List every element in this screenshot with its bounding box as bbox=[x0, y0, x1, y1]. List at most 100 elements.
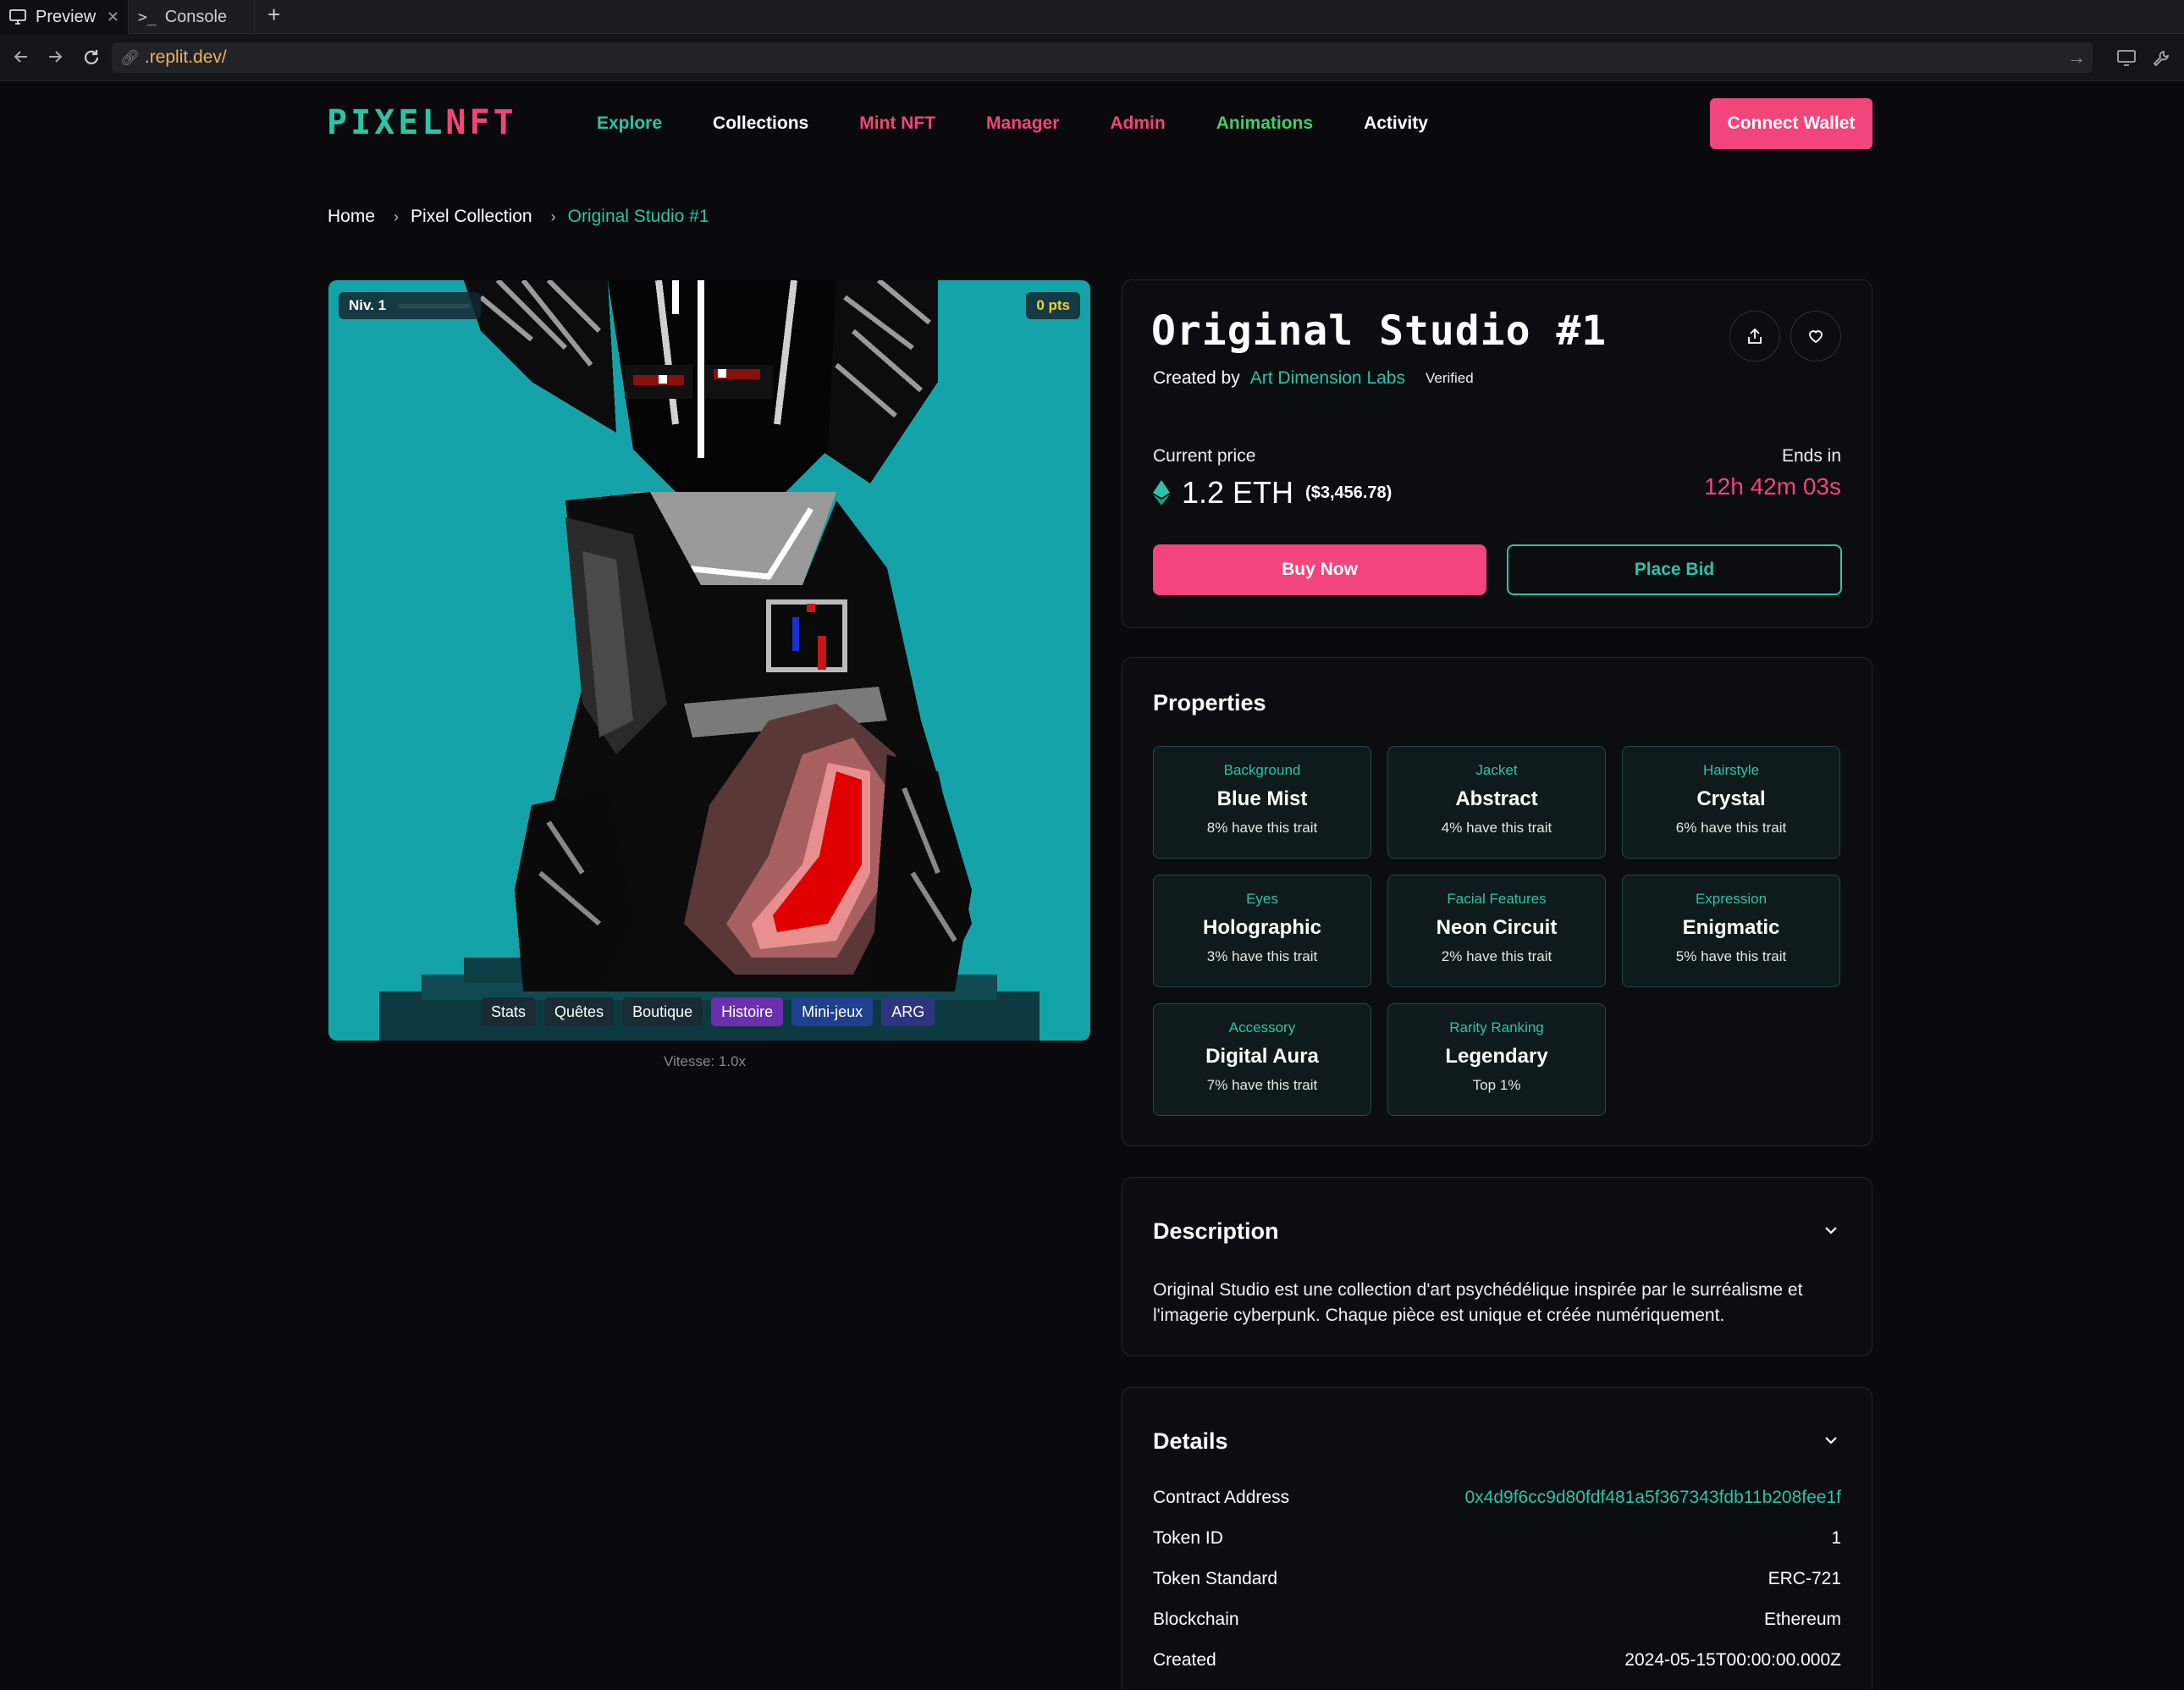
property-card[interactable]: Rarity Ranking Legendary Top 1% bbox=[1387, 1003, 1606, 1116]
property-card[interactable]: Expression Enigmatic 5% have this trait bbox=[1622, 875, 1840, 987]
details-title: Details bbox=[1153, 1428, 1228, 1454]
property-rarity: 3% have this trait bbox=[1206, 948, 1318, 964]
creator-link[interactable]: Art Dimension Labs bbox=[1250, 368, 1405, 389]
verified-badge: Verified bbox=[1425, 370, 1474, 386]
detail-label: Created bbox=[1153, 1650, 1216, 1670]
property-rarity: 6% have this trait bbox=[1675, 820, 1787, 836]
favorite-button[interactable] bbox=[1790, 311, 1841, 362]
property-value: Enigmatic bbox=[1682, 916, 1780, 939]
link-icon: 🔗︎ bbox=[120, 48, 140, 66]
detail-row: Token ID 1 bbox=[1153, 1528, 1841, 1549]
level-text: Niv. 1 bbox=[349, 297, 387, 313]
url-bar[interactable]: 🔗︎ .replit.dev/ → bbox=[112, 42, 2093, 73]
details-panel: Details Contract Address 0x4d9f6cc9d80fdf… bbox=[1122, 1387, 1872, 1690]
creator-row: Created by Art Dimension Labs Verified bbox=[1153, 368, 1474, 389]
url-text: .replit.dev/ bbox=[144, 47, 227, 67]
nav-admin[interactable]: Admin bbox=[1110, 113, 1165, 134]
nft-artwork: Niv. 1 0 pts Stats Quêtes Boutique Histo… bbox=[328, 280, 1090, 1041]
nav-manager[interactable]: Manager bbox=[986, 113, 1059, 134]
breadcrumb-collection[interactable]: Pixel Collection bbox=[411, 207, 532, 227]
created-by-label: Created by bbox=[1153, 368, 1240, 388]
detail-value[interactable]: 0x4d9f6cc9d80fdf481a5f367343fdb11b208fee… bbox=[1464, 1488, 1841, 1508]
monitor-icon bbox=[8, 8, 27, 26]
property-card[interactable]: Background Blue Mist 8% have this trait bbox=[1153, 746, 1371, 859]
price-eth: 1.2 ETH bbox=[1182, 475, 1294, 510]
chevron-right-icon: › bbox=[394, 207, 400, 225]
site-logo[interactable]: PIXELNFT bbox=[327, 103, 517, 142]
current-price-label: Current price bbox=[1153, 446, 1256, 466]
close-icon[interactable]: ✕ bbox=[107, 8, 119, 26]
reload-icon[interactable] bbox=[81, 47, 102, 68]
points-badge: 0 pts bbox=[1026, 292, 1080, 319]
nft-title: Original Studio #1 bbox=[1151, 307, 1608, 355]
share-icon bbox=[1748, 328, 1762, 344]
property-key: Hairstyle bbox=[1702, 762, 1760, 778]
property-rarity: 8% have this trait bbox=[1206, 820, 1318, 836]
place-bid-button[interactable]: Place Bid bbox=[1507, 544, 1842, 595]
nav-mint-nft[interactable]: Mint NFT bbox=[859, 113, 935, 134]
art-tab-mini-jeux[interactable]: Mini-jeux bbox=[791, 997, 874, 1026]
terminal-icon: >_ bbox=[138, 8, 157, 26]
nav-activity[interactable]: Activity bbox=[1364, 113, 1428, 134]
property-value: Crystal bbox=[1696, 787, 1766, 810]
logo-pixel: PIXEL bbox=[327, 103, 446, 142]
art-tab-boutique[interactable]: Boutique bbox=[622, 997, 703, 1026]
forward-icon[interactable] bbox=[46, 47, 64, 66]
buy-now-button[interactable]: Buy Now bbox=[1153, 544, 1486, 595]
detail-value: Ethereum bbox=[1763, 1610, 1841, 1629]
property-value: Blue Mist bbox=[1216, 787, 1308, 810]
share-button[interactable] bbox=[1729, 311, 1780, 362]
description-title: Description bbox=[1153, 1218, 1279, 1244]
pixel-art-image bbox=[379, 280, 1040, 1041]
nav-animations[interactable]: Animations bbox=[1216, 113, 1313, 134]
chevron-down-icon[interactable] bbox=[1821, 1430, 1841, 1450]
detail-label: Token Standard bbox=[1153, 1569, 1278, 1588]
property-value: Holographic bbox=[1202, 916, 1321, 939]
property-key: Jacket bbox=[1475, 762, 1518, 778]
property-card[interactable]: Jacket Abstract 4% have this trait bbox=[1387, 746, 1606, 859]
wrench-icon[interactable] bbox=[2152, 49, 2170, 68]
property-value: Legendary bbox=[1445, 1045, 1548, 1068]
browser-tab-bar: Preview ✕ >_ Console + bbox=[0, 0, 2184, 34]
detail-label: Blockchain bbox=[1153, 1610, 1239, 1629]
property-rarity: 7% have this trait bbox=[1206, 1077, 1318, 1093]
detail-row: Token Standard ERC-721 bbox=[1153, 1569, 1841, 1589]
level-badge: Niv. 1 bbox=[339, 292, 481, 319]
property-card[interactable]: Hairstyle Crystal 6% have this trait bbox=[1622, 746, 1840, 859]
nav-collections[interactable]: Collections bbox=[713, 113, 808, 134]
countdown: 12h 42m 03s bbox=[1704, 473, 1841, 500]
chevron-down-icon[interactable] bbox=[1821, 1220, 1841, 1240]
detail-label: Token ID bbox=[1153, 1528, 1223, 1548]
new-tab-icon[interactable]: + bbox=[267, 2, 280, 28]
art-tab-stats[interactable]: Stats bbox=[481, 997, 537, 1026]
art-tab-arg[interactable]: ARG bbox=[881, 997, 935, 1026]
ends-in-label: Ends in bbox=[1781, 446, 1841, 466]
back-icon[interactable] bbox=[12, 47, 30, 66]
property-value: Neon Circuit bbox=[1436, 916, 1558, 939]
tab-console[interactable]: >_ Console bbox=[130, 0, 255, 34]
tab-preview-label: Preview bbox=[36, 7, 97, 26]
description-panel: Description Original Studio est une coll… bbox=[1122, 1177, 1872, 1356]
property-key: Accessory bbox=[1228, 1019, 1296, 1036]
breadcrumb-home[interactable]: Home bbox=[328, 207, 375, 227]
property-rarity: 5% have this trait bbox=[1675, 948, 1787, 964]
device-icon[interactable] bbox=[2116, 49, 2137, 68]
property-card[interactable]: Eyes Holographic 3% have this trait bbox=[1153, 875, 1371, 987]
nav-explore[interactable]: Explore bbox=[597, 113, 662, 134]
heart-icon bbox=[1809, 330, 1823, 344]
tab-console-label: Console bbox=[164, 7, 228, 26]
property-value: Abstract bbox=[1455, 787, 1538, 810]
chevron-right-icon: › bbox=[550, 207, 556, 225]
property-card[interactable]: Accessory Digital Aura 7% have this trait bbox=[1153, 1003, 1371, 1116]
property-card[interactable]: Facial Features Neon Circuit 2% have this … bbox=[1387, 875, 1606, 987]
price-usd: ($3,456.78) bbox=[1305, 483, 1393, 502]
logo-nft: NFT bbox=[445, 103, 517, 142]
art-tab-histoire[interactable]: Histoire bbox=[711, 997, 784, 1026]
art-tab-quetes[interactable]: Quêtes bbox=[544, 997, 615, 1026]
price-row: 1.2 ETH ($3,456.78) bbox=[1153, 475, 1392, 511]
go-arrow-icon[interactable]: → bbox=[2067, 47, 2086, 69]
detail-label: Contract Address bbox=[1153, 1488, 1290, 1507]
detail-row: Blockchain Ethereum bbox=[1153, 1610, 1841, 1630]
connect-wallet-button[interactable]: Connect Wallet bbox=[1710, 98, 1872, 149]
tab-preview[interactable]: Preview ✕ bbox=[0, 0, 129, 34]
